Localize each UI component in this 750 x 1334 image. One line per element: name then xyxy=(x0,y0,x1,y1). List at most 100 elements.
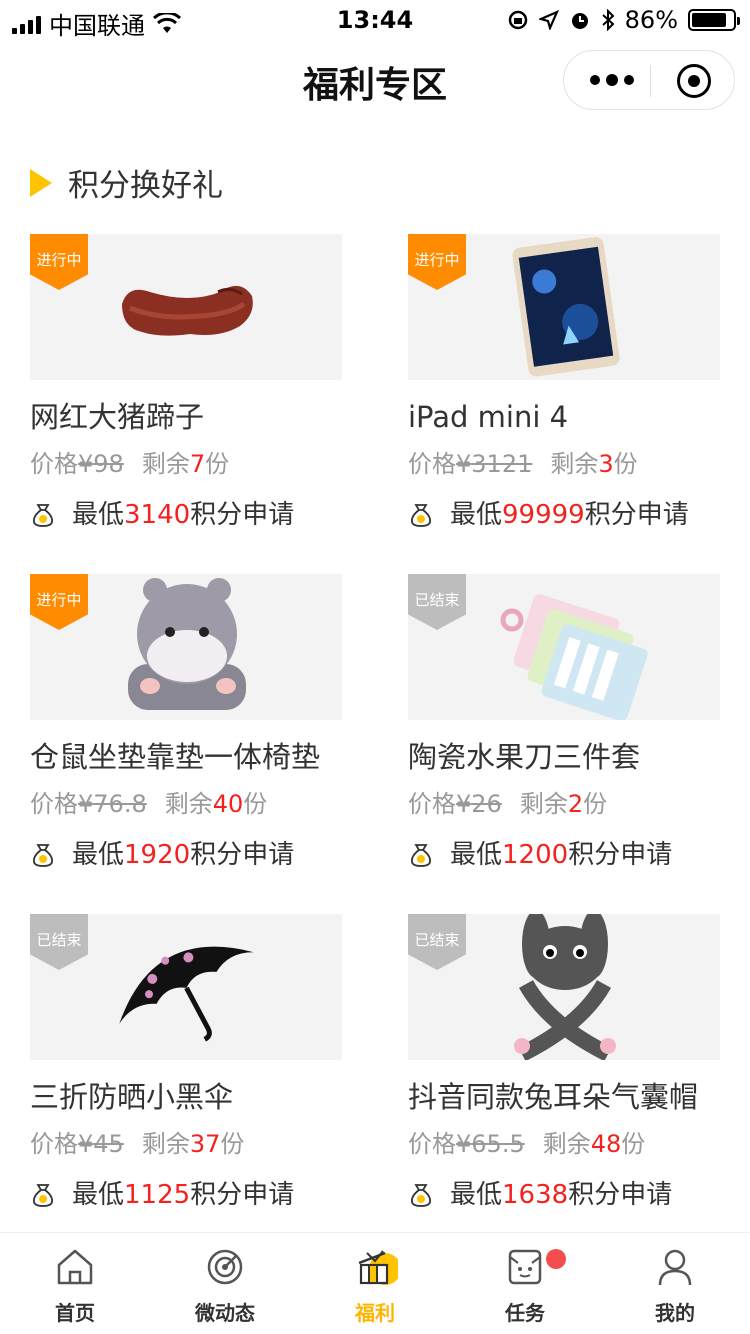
product-title[interactable]: 网红大猪蹄子 xyxy=(30,398,342,436)
points-apply-label: 积分申请 xyxy=(568,1180,673,1210)
price-label: 价格 xyxy=(30,1130,78,1158)
triangle-icon xyxy=(30,168,52,197)
unit-label: 份 xyxy=(613,450,638,478)
points-row: 最低 1200 积分申请 xyxy=(408,837,720,873)
remaining-count: 3 xyxy=(598,450,614,478)
close-target-icon[interactable] xyxy=(677,64,711,98)
product-price-row: 价格¥98 剩余7份 xyxy=(30,448,342,480)
price-value: 3121 xyxy=(471,450,533,478)
money-bag-icon xyxy=(30,1182,56,1208)
points-value: 1920 xyxy=(124,840,191,870)
product-card[interactable]: 进行中 网红大猪蹄子 价格¥98 剩余7份 最低 3140 积分申请 xyxy=(30,234,342,533)
status-right: 86% xyxy=(507,6,740,34)
gift-icon xyxy=(358,1250,398,1285)
battery-icon xyxy=(688,9,740,31)
original-price: ¥3121 xyxy=(456,450,532,478)
product-card[interactable]: 已结束 抖音同款兔耳朵气囊帽 价格¥65.5 剩余48份 最低 1638 积分申请 xyxy=(408,914,720,1213)
product-price-row: 价格¥3121 剩余3份 xyxy=(408,448,720,480)
original-price: ¥65.5 xyxy=(456,1130,525,1158)
price-label: 价格 xyxy=(408,450,456,478)
product-card[interactable]: 进行中仓鼠坐垫靠垫一体椅垫价格¥76.8 剩余40份最低 1920 积分申请 xyxy=(30,574,342,873)
tab-moments[interactable]: 微动态 xyxy=(150,1233,300,1334)
product-image[interactable]: 进行中 xyxy=(408,234,720,380)
status-bar: 中国联通 13:44 86% xyxy=(0,0,750,40)
product-card[interactable]: 进行中 iPad mini 4 价格¥3121 剩余3份最低 99999 积分申请 xyxy=(408,234,720,533)
lowest-label: 最低 xyxy=(450,1180,503,1210)
points-apply-label: 积分申请 xyxy=(584,500,689,530)
currency-symbol: ¥ xyxy=(78,790,94,818)
original-price: ¥26 xyxy=(456,790,502,818)
product-image[interactable]: 进行中 xyxy=(30,234,342,380)
currency-symbol: ¥ xyxy=(456,1130,472,1158)
points-value: 3140 xyxy=(124,500,191,530)
unit-label: 份 xyxy=(205,450,230,478)
product-title[interactable]: 陶瓷水果刀三件套 xyxy=(408,738,720,776)
product-title[interactable]: 三折防晒小黑伞 xyxy=(30,1078,342,1116)
original-price: ¥76.8 xyxy=(78,790,147,818)
unit-label: 份 xyxy=(621,1130,646,1158)
points-row: 最低 3140 积分申请 xyxy=(30,497,342,533)
radar-icon xyxy=(207,1249,243,1285)
tab-home[interactable]: 首页 xyxy=(0,1233,150,1334)
lowest-label: 最低 xyxy=(72,500,125,530)
remaining-label: 剩余 xyxy=(141,450,190,478)
points-apply-label: 积分申请 xyxy=(568,840,673,870)
remaining-count: 48 xyxy=(590,1130,622,1158)
money-bag-icon xyxy=(408,842,434,868)
section-title: 积分换好礼 xyxy=(68,168,223,204)
location-icon xyxy=(538,10,559,30)
product-image[interactable]: 进行中 xyxy=(30,574,342,720)
original-price: ¥45 xyxy=(78,1130,124,1158)
points-row: 最低 1125 积分申请 xyxy=(30,1177,342,1213)
unit-label: 份 xyxy=(583,790,608,818)
points-row: 最低 1920 积分申请 xyxy=(30,837,342,873)
price-value: 45 xyxy=(93,1130,124,1158)
tab-label: 福利 xyxy=(355,1301,395,1325)
tab-label: 我的 xyxy=(655,1301,695,1325)
original-price: ¥98 xyxy=(78,450,124,478)
product-title[interactable]: 仓鼠坐垫靠垫一体椅垫 xyxy=(30,738,342,776)
notification-dot xyxy=(546,1249,566,1269)
battery-percent: 86% xyxy=(624,6,678,34)
money-bag-icon xyxy=(30,842,56,868)
price-value: 26 xyxy=(471,790,502,818)
points-value: 1200 xyxy=(502,840,569,870)
rotation-lock-icon xyxy=(508,10,527,30)
product-price-row: 价格¥76.8 剩余40份 xyxy=(30,788,342,820)
currency-symbol: ¥ xyxy=(456,790,472,818)
points-row: 最低 99999 积分申请 xyxy=(408,497,720,533)
remaining-count: 7 xyxy=(189,450,206,478)
remaining-count: 2 xyxy=(567,790,584,818)
price-value: 76.8 xyxy=(93,790,147,818)
task-icon xyxy=(508,1249,542,1285)
product-image[interactable]: 已结束 xyxy=(408,914,720,1060)
product-title[interactable]: 抖音同款兔耳朵气囊帽 xyxy=(408,1078,720,1116)
points-apply-label: 积分申请 xyxy=(190,500,295,530)
remaining-count: 37 xyxy=(189,1130,221,1158)
tab-tasks[interactable]: 任务 xyxy=(450,1233,600,1334)
product-card[interactable]: 已结束三折防晒小黑伞价格¥45 剩余37份最低 1125 积分申请 xyxy=(30,914,342,1213)
remaining-count: 40 xyxy=(212,790,244,818)
currency-symbol: ¥ xyxy=(78,1130,94,1158)
money-bag-icon xyxy=(30,502,56,528)
product-card[interactable]: 已结束 陶瓷水果刀三件套 价格¥26 剩余2份 最低 1200 积分申请 xyxy=(408,574,720,873)
lowest-label: 最低 xyxy=(450,840,503,870)
product-image[interactable]: 已结束 xyxy=(30,914,342,1060)
user-icon xyxy=(658,1249,692,1286)
tab-mine[interactable]: 我的 xyxy=(600,1233,750,1334)
product-title[interactable]: iPad mini 4 xyxy=(408,398,720,436)
lowest-label: 最低 xyxy=(72,1180,125,1210)
bluetooth-icon xyxy=(601,9,615,31)
unit-label: 份 xyxy=(220,1130,245,1158)
price-value: 65.5 xyxy=(471,1130,525,1158)
more-icon[interactable] xyxy=(590,74,634,86)
points-row: 最低 1638 积分申请 xyxy=(408,1177,720,1213)
section-header: 积分换好礼 xyxy=(30,160,223,205)
product-image[interactable]: 已结束 xyxy=(408,574,720,720)
lowest-label: 最低 xyxy=(72,840,125,870)
tab-label: 微动态 xyxy=(195,1301,255,1325)
remaining-label: 剩余 xyxy=(550,450,599,478)
remaining-label: 剩余 xyxy=(141,1130,190,1158)
tab-label: 任务 xyxy=(505,1301,545,1325)
tab-welfare[interactable]: 福利 xyxy=(300,1233,450,1334)
